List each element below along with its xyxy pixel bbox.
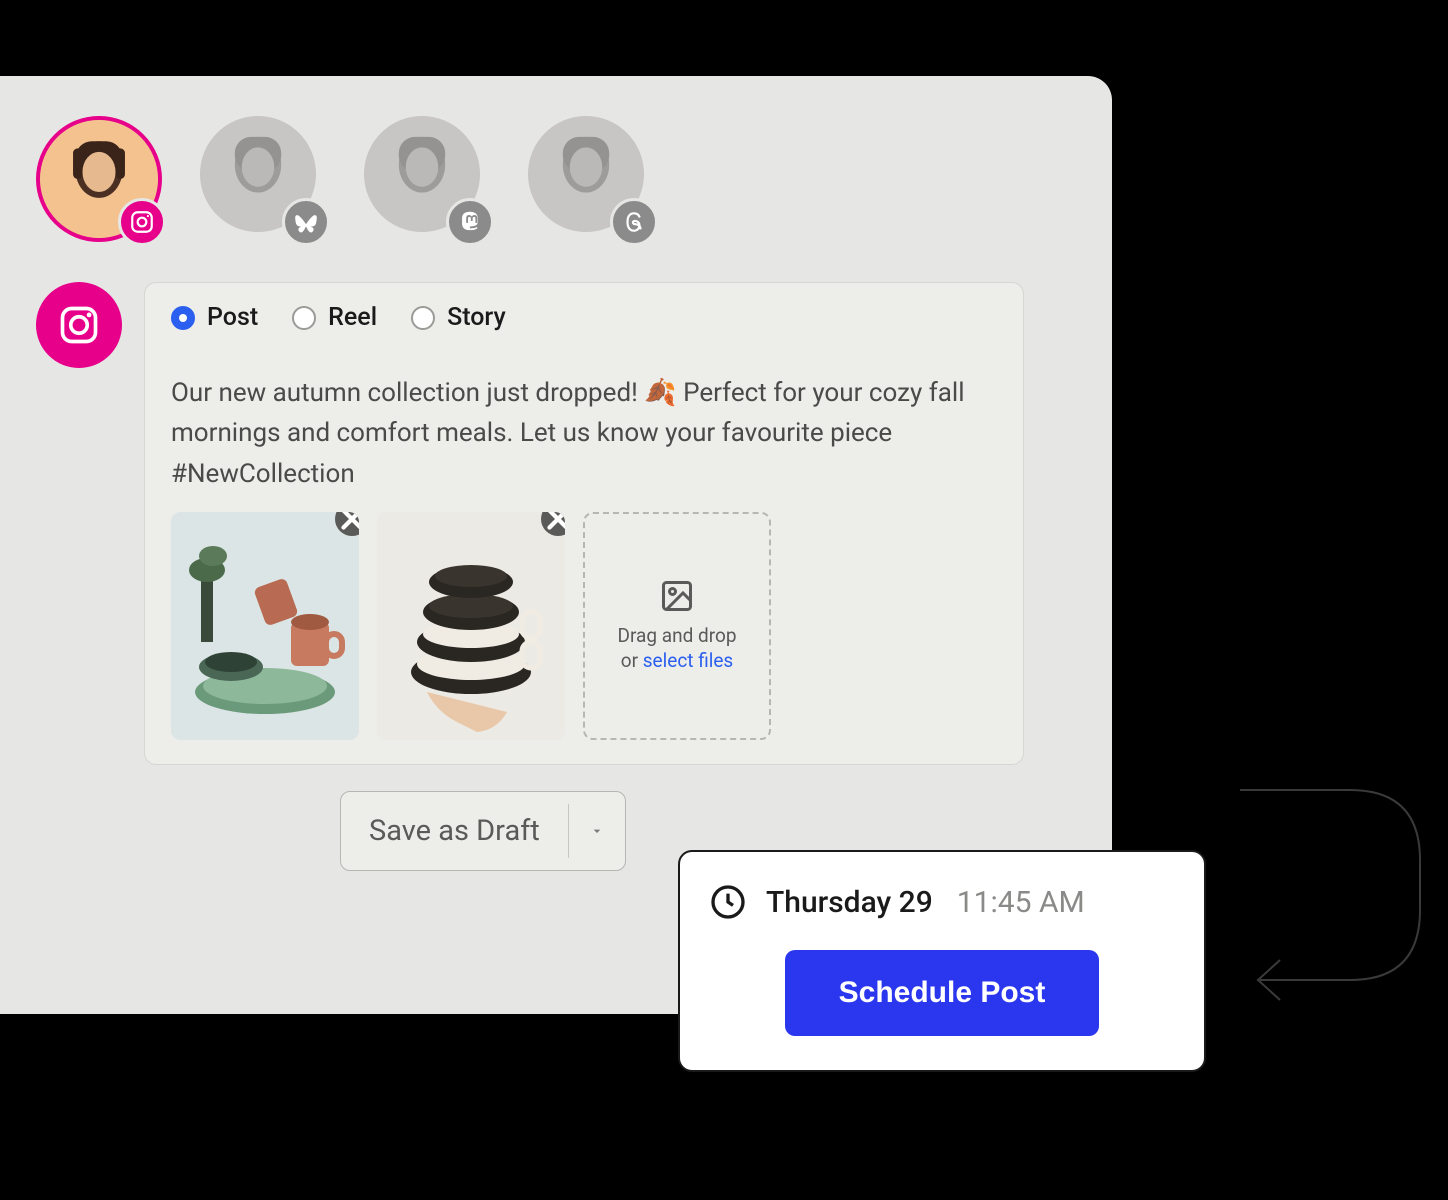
account-threads[interactable] <box>528 116 654 242</box>
account-mastodon[interactable] <box>364 116 490 242</box>
close-icon[interactable] <box>541 512 565 536</box>
clock-icon <box>708 882 748 922</box>
schedule-date[interactable]: Thursday 29 <box>766 885 933 920</box>
media-row: Drag and drop or select files <box>145 512 1023 764</box>
close-icon[interactable] <box>335 512 359 536</box>
radio-icon <box>292 306 316 330</box>
account-instagram[interactable] <box>36 116 162 242</box>
account-bluesky[interactable] <box>200 116 326 242</box>
select-files-link[interactable]: select files <box>643 649 733 672</box>
dropzone-or: or <box>621 649 643 672</box>
threads-icon <box>610 198 658 246</box>
post-type-story[interactable]: Story <box>411 303 506 332</box>
media-thumb-2[interactable] <box>377 512 565 740</box>
schedule-time[interactable]: 11:45 AM <box>957 885 1085 920</box>
accounts-row <box>0 76 1112 242</box>
radio-icon <box>411 306 435 330</box>
composer-card: Post Reel Story Our new autumn collectio… <box>144 282 1024 765</box>
caption-text[interactable]: Our new autumn collection just dropped! … <box>145 353 1023 512</box>
post-type-post[interactable]: Post <box>171 303 258 332</box>
button-label: Save as Draft <box>341 804 569 858</box>
bluesky-icon <box>282 198 330 246</box>
instagram-icon <box>118 198 166 246</box>
radio-label: Story <box>447 303 506 332</box>
dropzone-text: Drag and drop <box>618 624 737 647</box>
instagram-chip[interactable] <box>36 282 122 368</box>
save-draft-button[interactable]: Save as Draft <box>340 791 626 871</box>
radio-label: Reel <box>328 303 377 332</box>
arrow-decoration <box>1230 780 1430 1020</box>
radio-icon <box>171 306 195 330</box>
radio-label: Post <box>207 303 258 332</box>
post-type-tabs: Post Reel Story <box>145 283 1023 353</box>
media-thumb-1[interactable] <box>171 512 359 740</box>
post-type-reel[interactable]: Reel <box>292 303 377 332</box>
schedule-post-button[interactable]: Schedule Post <box>785 950 1100 1036</box>
chevron-down-icon[interactable] <box>569 823 625 839</box>
image-icon <box>659 578 695 614</box>
media-dropzone[interactable]: Drag and drop or select files <box>583 512 771 740</box>
schedule-popover: Thursday 29 11:45 AM Schedule Post <box>678 850 1206 1072</box>
mastodon-icon <box>446 198 494 246</box>
